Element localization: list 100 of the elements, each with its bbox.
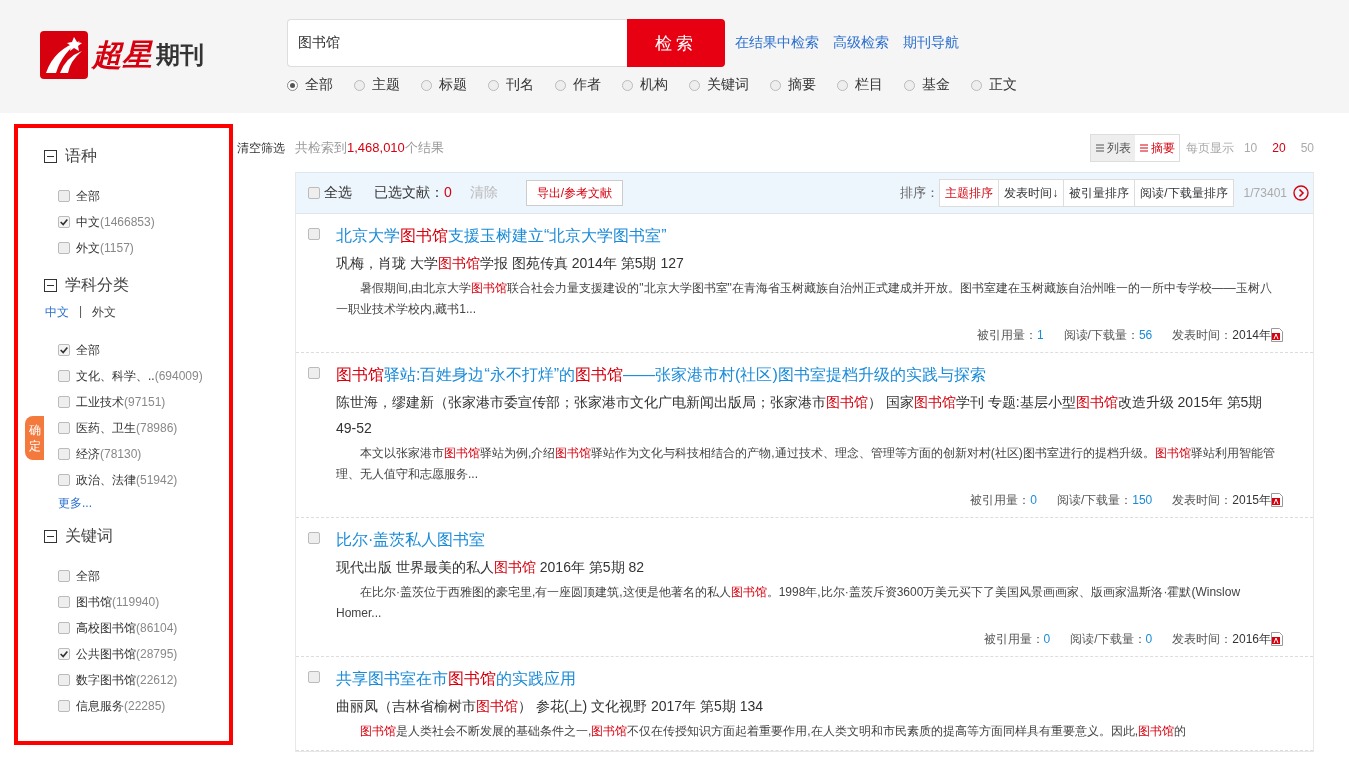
- result-title[interactable]: 北京大学图书馆支援玉树建立“北京大学图书室”: [336, 224, 1283, 248]
- radio-button[interactable]: [904, 79, 915, 91]
- section-title: 语种: [65, 146, 97, 166]
- clear-filters-link[interactable]: 清空筛选: [237, 141, 285, 155]
- filter-option[interactable]: 信息服务(22285): [76, 697, 166, 715]
- pdf-icon[interactable]: [1271, 328, 1283, 342]
- view-toggle[interactable]: 列表: [1090, 135, 1135, 161]
- stat-label: 阅读/下载量：: [1056, 491, 1133, 509]
- checkbox[interactable]: [58, 396, 70, 408]
- filter-option[interactable]: 数字图书馆(22612): [76, 671, 178, 689]
- sort-button[interactable]: 阅读/下载量排序: [1134, 180, 1233, 206]
- checkbox[interactable]: [308, 228, 320, 240]
- radio-button[interactable]: [689, 79, 700, 91]
- radio-button[interactable]: [837, 79, 848, 91]
- radio-button[interactable]: [971, 79, 982, 91]
- checkbox[interactable]: [58, 242, 70, 254]
- stat-label: 发表时间：: [1172, 491, 1233, 509]
- filter-option[interactable]: 图书馆(119940): [76, 593, 160, 611]
- section-title: 关键词: [65, 526, 113, 546]
- search-link[interactable]: 高级检索: [833, 34, 889, 52]
- stat-value: 2015年: [1232, 491, 1271, 509]
- filter-option[interactable]: 全部: [76, 567, 100, 585]
- radio-label: 关键词: [707, 76, 749, 94]
- result-abstract: 暑假期间,由北京大学图书馆联合社会力量支援建设的"北京大学图书室"在青海省玉树藏族自治州正式建成并开放。图书室建在玉树藏族自治州唯一的一所中专学校——玉树八一职业技术学校内,藏书1...: [336, 280, 1273, 318]
- page-size-label: 每页显示: [1185, 139, 1234, 157]
- checkbox[interactable]: [58, 622, 70, 634]
- next-page-icon[interactable]: [1293, 185, 1309, 201]
- checkbox[interactable]: [58, 474, 70, 486]
- list-icon: [1094, 143, 1105, 153]
- stat-label: 被引用量：: [970, 491, 1031, 509]
- result-source: 曲丽凤（吉林省榆树市图书馆） 参花(上) 文化视野 2017年 第5期 134: [336, 697, 765, 716]
- sort-button[interactable]: 被引量排序: [1063, 180, 1135, 206]
- checkbox[interactable]: [58, 700, 70, 712]
- filter-option[interactable]: 政治、法律(51942): [76, 471, 178, 489]
- filter-option[interactable]: 全部: [76, 187, 100, 205]
- radio-button[interactable]: [287, 79, 298, 91]
- checkbox[interactable]: [308, 532, 320, 544]
- page-size-option[interactable]: 20: [1272, 141, 1286, 155]
- selected-count: 已选文献：0: [374, 184, 452, 202]
- checkbox[interactable]: [58, 448, 70, 460]
- filter-option[interactable]: 中文(1466853): [76, 213, 155, 231]
- result-source: 现代出版 世界最美的私人图书馆 2016年 第5期 82: [336, 558, 646, 577]
- sort-button[interactable]: 主题排序: [940, 180, 999, 206]
- checkbox[interactable]: [58, 596, 70, 608]
- radio-button[interactable]: [421, 79, 432, 91]
- filter-option[interactable]: 高校图书馆(86104): [76, 619, 178, 637]
- search-link[interactable]: 在结果中检索: [735, 34, 819, 52]
- checkbox[interactable]: [58, 344, 70, 356]
- filter-option[interactable]: 公共图书馆(28795): [76, 645, 178, 663]
- filter-option[interactable]: 经济(78130): [76, 445, 142, 463]
- radio-button[interactable]: [770, 79, 781, 91]
- filter-option[interactable]: 医药、卫生(78986): [76, 419, 178, 437]
- radio-label: 标题: [439, 76, 467, 94]
- separator: |: [79, 304, 83, 320]
- checkbox[interactable]: [58, 422, 70, 434]
- stat-value: 2014年: [1232, 326, 1271, 344]
- search-field[interactable]: 图书馆: [287, 19, 627, 67]
- checkbox[interactable]: [58, 570, 70, 582]
- stat-value: 2016年: [1232, 630, 1271, 648]
- filter-option[interactable]: 外文(1157): [76, 239, 134, 257]
- section-title: 学科分类: [65, 275, 129, 295]
- checkbox[interactable]: [58, 190, 70, 202]
- export-button[interactable]: 导出/参考文献: [525, 180, 624, 206]
- logo-brand: 超星: [92, 35, 152, 74]
- search-link[interactable]: 期刊导航: [903, 34, 959, 52]
- collapse-icon[interactable]: [44, 279, 57, 292]
- language-tab[interactable]: 中文: [45, 304, 69, 321]
- radio-button[interactable]: [488, 79, 499, 91]
- search-button[interactable]: 检索: [627, 19, 725, 67]
- sort-button[interactable]: 发表时间↓: [998, 180, 1064, 206]
- radio-button[interactable]: [622, 79, 633, 91]
- radio-label: 全部: [305, 76, 333, 94]
- radio-button[interactable]: [354, 79, 365, 91]
- page-indicator: 1/73401: [1243, 186, 1287, 200]
- checkbox[interactable]: [308, 671, 320, 683]
- stat-value: 1: [1036, 328, 1044, 342]
- radio-label: 正文: [989, 76, 1017, 94]
- checkbox[interactable]: [58, 674, 70, 686]
- stat-value: 0: [1145, 632, 1153, 646]
- sort-label: 排序：: [900, 184, 940, 202]
- checkbox[interactable]: [308, 187, 320, 199]
- filter-option[interactable]: 全部: [76, 341, 100, 359]
- result-title[interactable]: 图书馆驿站:百姓身边“永不打烊”的图书馆——张家港市村(社区)图书室提档升级的实践与探索: [336, 363, 1283, 387]
- checkbox[interactable]: [58, 370, 70, 382]
- radio-button[interactable]: [555, 79, 566, 91]
- filter-option[interactable]: 文化、科学、..(694009): [76, 367, 203, 385]
- pdf-icon[interactable]: [1271, 632, 1283, 646]
- result-title[interactable]: 比尔·盖茨私人图书室: [336, 528, 1283, 552]
- select-all-label[interactable]: 全选: [324, 184, 352, 202]
- filter-option[interactable]: 工业技术(97151): [76, 393, 166, 411]
- checkbox[interactable]: [58, 216, 70, 228]
- more-link[interactable]: 更多...: [58, 495, 229, 512]
- checkbox[interactable]: [58, 648, 70, 660]
- stat-label: 阅读/下载量：: [1070, 630, 1146, 648]
- checkbox[interactable]: [308, 367, 320, 379]
- result-title[interactable]: 共享图书室在市图书馆的实践应用: [336, 667, 1283, 691]
- collapse-icon[interactable]: [44, 530, 57, 543]
- pdf-icon[interactable]: [1271, 493, 1283, 507]
- collapse-icon[interactable]: [44, 150, 57, 163]
- language-tab[interactable]: 外文: [92, 304, 117, 321]
